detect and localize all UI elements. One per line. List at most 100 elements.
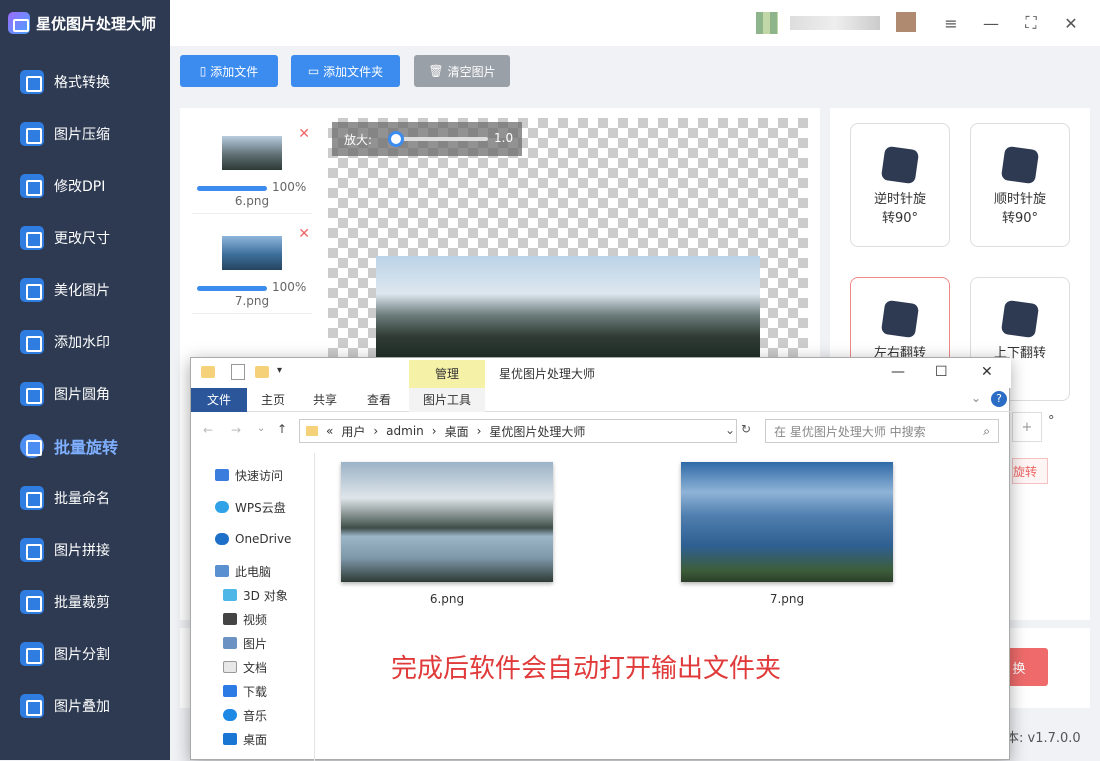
tab-manage[interactable]: 管理 — [409, 360, 485, 388]
add-file-button[interactable]: ▯ 添加文件 — [180, 55, 278, 87]
help-icon[interactable]: ? — [991, 391, 1007, 407]
file-name[interactable]: 6.png — [341, 592, 553, 606]
nav-desktop[interactable]: 桌面 — [223, 729, 267, 749]
nav-music[interactable]: 音乐 — [223, 705, 267, 725]
maximize-button[interactable]: ☐ — [935, 364, 948, 380]
vip-badge — [896, 12, 916, 32]
sidebar-item-label: 图片圆角 — [54, 387, 110, 403]
compress-icon — [20, 122, 44, 146]
clear-images-button[interactable]: 🗑 清空图片 — [414, 55, 510, 87]
forward-icon[interactable]: → — [231, 423, 241, 437]
file-name[interactable]: 7.png — [681, 592, 893, 606]
folder-icon: ▭ — [307, 64, 320, 78]
tab-share[interactable]: 共享 — [305, 388, 345, 412]
rotate-ccw-label: 转90° — [881, 211, 919, 226]
nav-quick-access[interactable]: 快速访问 — [215, 465, 283, 485]
new-folder-icon[interactable] — [255, 366, 269, 378]
breadcrumb-item[interactable]: admin — [386, 424, 424, 438]
sidebar-item-label: 添加水印 — [54, 335, 110, 351]
close-button[interactable]: ✕ — [1058, 10, 1084, 36]
sidebar-item-label: 图片压缩 — [54, 127, 110, 143]
avatar[interactable] — [756, 12, 778, 34]
file-name: 7.png — [234, 294, 270, 308]
top-bar: ≡ — ⛶ ✕ — [170, 0, 1100, 46]
sidebar-item-batch-rename[interactable]: 批量命名 — [0, 472, 170, 524]
nav-3d-objects[interactable]: 3D 对象 — [223, 585, 288, 605]
delete-icon[interactable]: ✕ — [298, 226, 310, 242]
close-button[interactable]: ✕ — [981, 364, 993, 380]
recent-icon[interactable]: ⌄ — [257, 423, 265, 434]
file-card[interactable]: ✕ 100% 6.png — [192, 118, 312, 214]
up-icon[interactable]: ↑ — [277, 422, 287, 436]
progress-percent: 100% — [272, 180, 307, 194]
sidebar-item-label: 更改尺寸 — [54, 231, 110, 247]
file-explorer-window: ▾ 管理 星优图片处理大师 — ☐ ✕ 文件 主页 共享 查看 图片工具 ⌄ ?… — [190, 357, 1011, 761]
sidebar-item-batch-crop[interactable]: 批量裁剪 — [0, 576, 170, 628]
nav-pictures[interactable]: 图片 — [223, 633, 267, 653]
nav-videos[interactable]: 视频 — [223, 609, 267, 629]
sidebar-item-batch-rotate[interactable]: 批量旋转 — [0, 420, 170, 472]
zoom-handle[interactable] — [388, 131, 404, 147]
sidebar-item-resize[interactable]: 更改尺寸 — [0, 212, 170, 264]
search-placeholder: 在 星优图片处理大师 中搜索 — [774, 424, 926, 439]
file-thumbnail-6[interactable] — [341, 462, 553, 582]
breadcrumb-item[interactable]: 桌面 — [445, 423, 469, 440]
nav-documents[interactable]: 文档 — [223, 657, 267, 677]
minimize-button[interactable]: — — [978, 10, 1004, 36]
flip-horizontal-icon — [880, 299, 920, 339]
file-thumbnail-7[interactable] — [681, 462, 893, 582]
nav-downloads[interactable]: 下载 — [223, 681, 267, 701]
tab-home[interactable]: 主页 — [253, 388, 293, 412]
rename-icon — [20, 486, 44, 510]
zoom-slider[interactable] — [392, 137, 488, 141]
custom-rotate-button[interactable]: 旋转 — [1012, 458, 1048, 484]
properties-icon[interactable] — [231, 364, 245, 380]
minimize-button[interactable]: — — [891, 364, 905, 380]
breadcrumb-overflow[interactable]: « — [326, 424, 333, 438]
back-icon[interactable]: ← — [203, 423, 213, 437]
nav-label: 音乐 — [243, 708, 268, 723]
app-brand: 星优图片处理大师 — [0, 0, 170, 46]
round-corner-icon — [20, 382, 44, 406]
nav-this-pc[interactable]: 此电脑 — [215, 561, 271, 581]
nav-wps-cloud[interactable]: WPS云盘 — [215, 497, 286, 517]
increment-button[interactable]: + — [1012, 412, 1042, 442]
settings-icon[interactable]: ≡ — [938, 10, 964, 36]
search-input[interactable]: 在 星优图片处理大师 中搜索 ⌕ — [765, 419, 999, 443]
sidebar-item-watermark[interactable]: 添加水印 — [0, 316, 170, 368]
address-bar[interactable]: « 用户 › admin › 桌面 › 星优图片处理大师 — [299, 419, 737, 443]
tab-picture-tools[interactable]: 图片工具 — [409, 388, 485, 412]
sidebar-item-beautify[interactable]: 美化图片 — [0, 264, 170, 316]
add-folder-button[interactable]: ▭ 添加文件夹 — [291, 55, 400, 87]
rotate-cw-label: 转90° — [1001, 211, 1039, 226]
maximize-button[interactable]: ⛶ — [1018, 10, 1044, 36]
qat-dropdown-icon[interactable]: ▾ — [277, 365, 282, 376]
chevron-down-icon[interactable]: ⌄ — [971, 391, 981, 405]
folder-icon — [306, 426, 318, 436]
refresh-icon[interactable]: ↻ — [741, 422, 751, 436]
clear-label: 清空图片 — [447, 64, 496, 79]
sidebar-item-label: 批量旋转 — [54, 438, 119, 457]
nav-onedrive[interactable]: OneDrive — [215, 529, 291, 549]
sidebar-item-compress[interactable]: 图片压缩 — [0, 108, 170, 160]
sidebar-item-dpi[interactable]: 修改DPI — [0, 160, 170, 212]
sidebar-item-stitch[interactable]: 图片拼接 — [0, 524, 170, 576]
app-logo-icon — [8, 12, 30, 34]
breadcrumb-item[interactable]: 用户 — [341, 423, 365, 440]
sidebar-item-split[interactable]: 图片分割 — [0, 628, 170, 680]
sidebar-item-round-corner[interactable]: 图片圆角 — [0, 368, 170, 420]
tab-file[interactable]: 文件 — [191, 388, 247, 412]
tab-view[interactable]: 查看 — [359, 388, 399, 412]
file-card[interactable]: ✕ 100% 7.png — [192, 218, 312, 314]
stitch-icon — [20, 538, 44, 562]
sidebar-item-overlay[interactable]: 图片叠加 — [0, 680, 170, 732]
rotate-ccw-button[interactable]: 逆时针旋 转90° — [850, 123, 950, 247]
computer-icon — [215, 565, 229, 577]
address-dropdown-icon[interactable]: ⌄ — [725, 423, 735, 437]
cloud-icon — [215, 501, 229, 513]
sidebar-item-format-convert[interactable]: 格式转换 — [0, 56, 170, 108]
delete-icon[interactable]: ✕ — [298, 126, 310, 142]
breadcrumb-item[interactable]: 星优图片处理大师 — [489, 423, 585, 440]
add-folder-label: 添加文件夹 — [323, 64, 384, 79]
rotate-cw-button[interactable]: 顺时针旋 转90° — [970, 123, 1070, 247]
